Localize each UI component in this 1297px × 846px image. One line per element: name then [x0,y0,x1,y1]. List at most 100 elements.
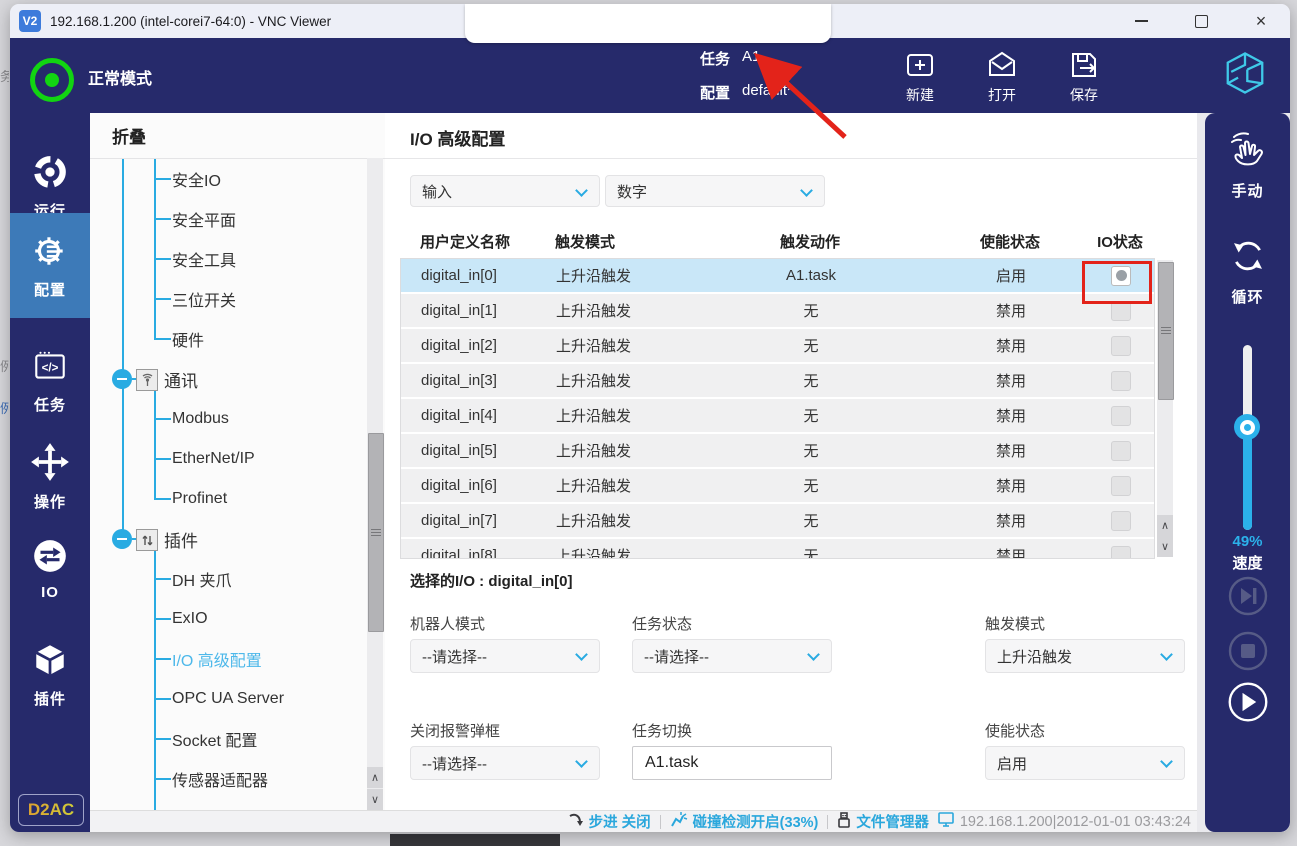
table-cell: 上升沿触发 [546,545,686,559]
io-state-indicator[interactable] [1111,336,1131,356]
task-status-select[interactable]: --请选择-- [632,639,832,673]
tree-item[interactable]: DH 夹爪 [90,559,345,599]
close-alarm-popup-select[interactable]: --请选择-- [410,746,600,780]
table-scrollbar-thumb[interactable] [1158,262,1174,400]
table-row[interactable]: digital_in[7]上升沿触发无禁用 [401,504,1154,537]
io-state-indicator[interactable] [1111,371,1131,391]
tree-item[interactable]: ExIO [90,599,345,639]
file-manager-link[interactable]: 文件管理器 [837,811,929,832]
save-button[interactable]: 保存 [1054,48,1114,105]
tree-item[interactable]: 插件 [90,519,345,559]
tree-connector [154,778,171,780]
io-type-select[interactable]: 数字 [605,175,825,207]
robot-mode-value: --请选择-- [410,639,600,673]
tree-item[interactable]: OPC UA Server [90,679,345,719]
annotation-rectangle [1082,261,1152,304]
table-cell: 无 [686,370,936,391]
task-switch-value[interactable]: A1.task [632,746,832,780]
io-state-indicator[interactable] [1111,406,1131,426]
tree-item[interactable]: Modbus [90,399,345,439]
vnc-floating-toolbar[interactable] [465,4,831,43]
run-icon [31,153,69,196]
table-cell: 禁用 [936,300,1086,321]
enable-state-select[interactable]: 启用 [985,746,1185,780]
table-row[interactable]: digital_in[2]上升沿触发无禁用 [401,329,1154,362]
minimize-button[interactable] [1126,6,1156,36]
tree-item[interactable]: 三位开关 [90,279,345,319]
io-state-indicator[interactable] [1111,441,1131,461]
table-cell: 禁用 [936,405,1086,426]
open-button[interactable]: 打开 [972,48,1032,105]
tree-item[interactable]: 安全IO [90,159,345,199]
tree-item[interactable]: Profinet [90,479,345,519]
trigger-mode-select[interactable]: 上升沿触发 [985,639,1185,673]
scroll-up-button[interactable]: ∧ [1157,515,1173,536]
manual-mode-button[interactable]: 手动 [1205,131,1290,201]
table-cell: digital_in[6] [401,477,546,494]
maximize-button[interactable] [1186,6,1216,36]
table-row[interactable]: digital_in[5]上升沿触发无禁用 [401,434,1154,467]
sidebar-item-plugin[interactable]: 插件 [10,629,90,721]
sidebar-item-config[interactable]: 配置 [10,213,90,318]
collision-detection-status[interactable]: 碰撞检测开启(33%) [670,811,819,832]
tree-scrollbar[interactable]: ∧ ∨ [367,158,383,810]
brand-button[interactable]: D2AC [18,794,84,826]
tree-connector [154,498,171,500]
robot-mode-select[interactable]: --请选择-- [410,639,600,673]
tree-item-label: EtherNet/IP [172,450,255,468]
sidebar-item-io[interactable]: IO [10,523,90,615]
collapse-toggle[interactable] [112,529,132,549]
sidebar-item-operate[interactable]: 操作 [10,431,90,523]
table-row[interactable]: digital_in[8]上升沿触发无禁用 [401,539,1154,559]
divider [827,815,828,829]
sidebar-item-task[interactable]: </>任务 [10,335,90,427]
tree-connector [154,218,171,220]
tree-item[interactable]: 安全平面 [90,199,345,239]
tree-item-label: 安全IO [172,167,221,191]
tree-item-label: ExIO [172,610,208,628]
tree-item[interactable]: Socket 配置 [90,719,345,759]
io-state-indicator[interactable] [1111,511,1131,531]
enable-state-label: 使能状态 [985,720,1045,741]
tree-item[interactable]: 安全工具 [90,239,345,279]
io-state-indicator[interactable] [1111,546,1131,560]
step-mode-status[interactable]: 步进 关闭 [567,811,651,832]
tree-item[interactable]: 传感器适配器 [90,759,345,799]
plugin-icon [31,641,69,684]
scroll-down-button[interactable]: ∨ [367,789,383,810]
tree-item[interactable]: EtherNet/IP [90,439,345,479]
robot-status-indicator[interactable] [30,58,74,102]
table-row[interactable]: digital_in[1]上升沿触发无禁用 [401,294,1154,327]
tree-item[interactable]: 通讯 [90,359,345,399]
step-forward-button[interactable] [1227,575,1269,617]
play-button[interactable] [1227,681,1269,723]
tree-header[interactable]: 折叠 [90,113,385,159]
tree-item-label: 安全工具 [172,247,236,271]
tree-item-label: Modbus [172,410,229,428]
tree-scrollbar-thumb[interactable] [368,433,384,632]
speed-slider-handle[interactable] [1234,414,1260,440]
task-switch-input[interactable]: A1.task [632,746,832,780]
table-row[interactable]: digital_in[4]上升沿触发无禁用 [401,399,1154,432]
table-row[interactable]: digital_in[3]上升沿触发无禁用 [401,364,1154,397]
collapse-toggle[interactable] [112,369,132,389]
io-direction-select[interactable]: 输入 [410,175,600,207]
table-row[interactable]: digital_in[6]上升沿触发无禁用 [401,469,1154,502]
cycle-mode-button[interactable]: 循环 [1205,235,1290,307]
io-state-indicator[interactable] [1111,476,1131,496]
table-row[interactable]: digital_in[0]上升沿触发A1.task启用 [401,259,1154,292]
scroll-down-button[interactable]: ∨ [1157,536,1173,557]
tree-item[interactable]: 硬件 [90,319,345,359]
scroll-up-button[interactable]: ∧ [367,767,383,788]
table-scrollbar[interactable]: ∧ ∨ [1157,260,1173,557]
tree-item[interactable]: I/O 高级配置 [90,639,345,679]
close-button[interactable]: × [1246,6,1276,36]
table-cell: A1.task [686,267,936,284]
connection-status: 192.168.1.200|2012-01-01 03:43:24 [938,811,1191,832]
task-status-label: 任务状态 [632,613,692,634]
close-alarm-popup-label: 关闭报警弹框 [410,720,500,741]
new-button[interactable]: 新建 [890,48,950,105]
trigger-mode-value: 上升沿触发 [985,639,1185,673]
annotation-arrow [745,45,860,145]
stop-button[interactable] [1227,630,1269,672]
